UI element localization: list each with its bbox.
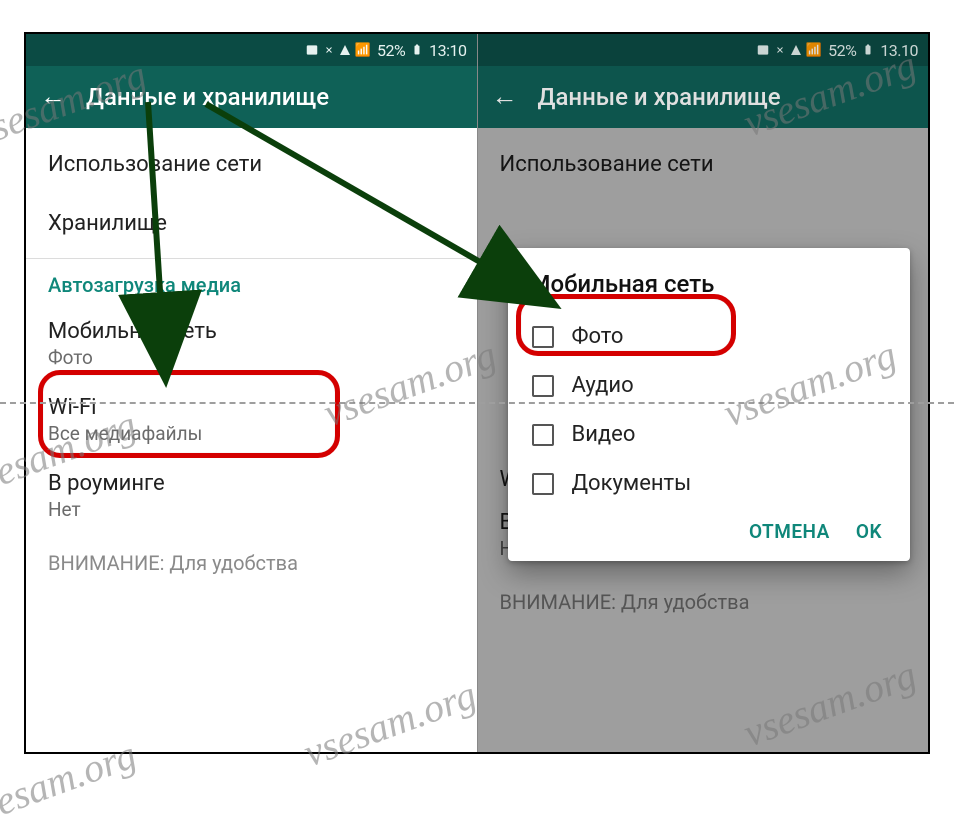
status-icons: 📶 bbox=[305, 43, 371, 58]
item-usage-label: Использование сети bbox=[48, 152, 455, 177]
appbar-left: ← Данные и хранилище bbox=[26, 66, 477, 128]
item-mobile-title: Мобильная сеть bbox=[48, 319, 455, 344]
dialog-option-label: Видео bbox=[572, 422, 636, 447]
item-storage[interactable]: Хранилище bbox=[26, 193, 477, 252]
item-mobile-sub: Фото bbox=[48, 346, 455, 369]
checkbox-icon[interactable] bbox=[532, 424, 554, 446]
item-usage[interactable]: Использование сети bbox=[26, 134, 477, 193]
battery-icon bbox=[411, 43, 423, 57]
item-usage-right[interactable]: Использование сети bbox=[478, 134, 929, 193]
dialog-option-documents[interactable]: Документы bbox=[530, 459, 889, 508]
back-arrow-icon[interactable]: ← bbox=[492, 84, 518, 110]
signal-icon: 📶 bbox=[806, 43, 822, 58]
back-arrow-icon[interactable]: ← bbox=[40, 84, 66, 110]
item-wifi-sub: Все медиафайлы bbox=[48, 422, 455, 445]
footer-note-left: ВНИМАНИЕ: Для удобства bbox=[26, 533, 477, 593]
statusbar-left: 📶 52% 13:10 bbox=[26, 34, 477, 66]
body-right: Использование сети W В роуминге Нет ВНИМ… bbox=[478, 128, 929, 752]
appbar-title-right: Данные и хранилище bbox=[538, 83, 781, 111]
status-icons-right: 📶 bbox=[756, 43, 822, 58]
appbar-right: ← Данные и хранилище bbox=[478, 66, 929, 128]
dialog-option-photo[interactable]: Фото bbox=[530, 312, 889, 361]
battery-icon bbox=[862, 43, 874, 57]
checkbox-icon[interactable] bbox=[532, 375, 554, 397]
signal-icon: 📶 bbox=[355, 43, 371, 58]
panel-right: 📶 52% 13.10 ← Данные и хранилище Использ… bbox=[478, 34, 929, 752]
dialog-title: Мобильная сеть bbox=[530, 270, 889, 298]
dialog-option-label: Фото bbox=[572, 324, 624, 349]
ok-button[interactable]: OK bbox=[856, 520, 882, 543]
section-autodownload: Автозагрузка медиа bbox=[26, 259, 477, 305]
battery-text-right: 52% bbox=[828, 41, 856, 60]
panel-left: 📶 52% 13:10 ← Данные и хранилище Использ… bbox=[26, 34, 478, 752]
status-time: 13:10 bbox=[429, 41, 466, 60]
item-wifi[interactable]: Wi-Fi Все медиафайлы bbox=[26, 381, 477, 457]
dialog-option-video[interactable]: Видео bbox=[530, 410, 889, 459]
item-mobile-data[interactable]: Мобильная сеть Фото bbox=[26, 305, 477, 381]
dialog-option-label: Аудио bbox=[572, 373, 634, 398]
body-left: Использование сети Хранилище Автозагрузк… bbox=[26, 128, 477, 752]
checkbox-icon[interactable] bbox=[532, 326, 554, 348]
footer-note-right: ВНИМАНИЕ: Для удобства bbox=[478, 572, 929, 632]
outer-frame: 📶 52% 13:10 ← Данные и хранилище Использ… bbox=[24, 32, 930, 754]
item-wifi-title: Wi-Fi bbox=[48, 395, 455, 420]
statusbar-right: 📶 52% 13.10 bbox=[478, 34, 929, 66]
appbar-title: Данные и хранилище bbox=[86, 83, 329, 111]
cancel-button[interactable]: ОТМЕНА bbox=[749, 520, 830, 543]
item-storage-label: Хранилище bbox=[48, 211, 455, 236]
status-time-right: 13.10 bbox=[880, 41, 918, 60]
dialog-mobile-network: Мобильная сеть Фото Аудио Видео Документ… bbox=[508, 248, 911, 561]
dialog-option-label: Документы bbox=[572, 471, 692, 496]
item-roaming[interactable]: В роуминге Нет bbox=[26, 457, 477, 533]
battery-text: 52% bbox=[377, 41, 405, 60]
dialog-option-audio[interactable]: Аудио bbox=[530, 361, 889, 410]
item-usage-label-right: Использование сети bbox=[500, 152, 907, 177]
item-roaming-title: В роуминге bbox=[48, 471, 455, 496]
dialog-actions: ОТМЕНА OK bbox=[530, 508, 889, 551]
item-roaming-sub: Нет bbox=[48, 498, 455, 521]
checkbox-icon[interactable] bbox=[532, 473, 554, 495]
